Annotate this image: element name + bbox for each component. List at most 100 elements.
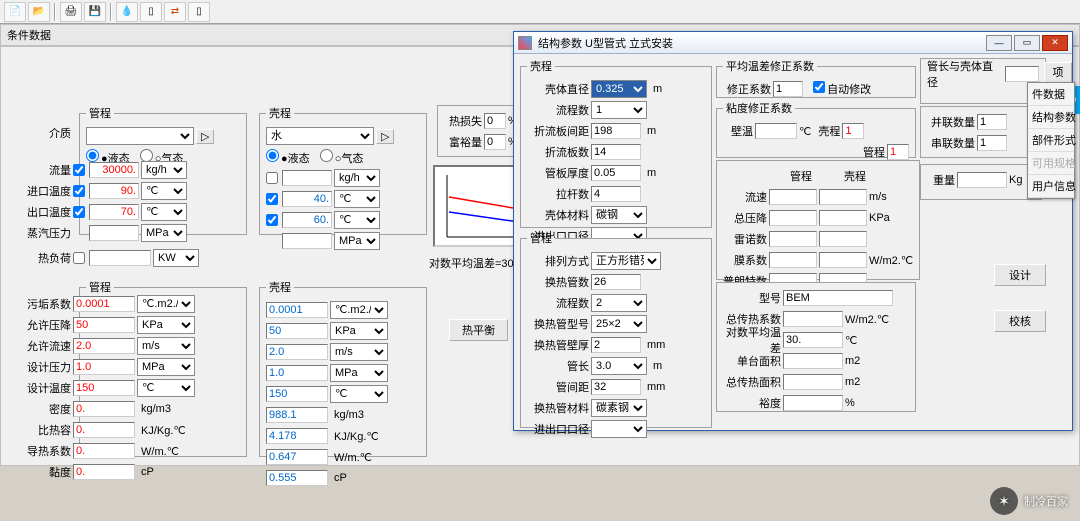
in-sdp[interactable] (266, 323, 328, 339)
in-tflow[interactable] (89, 162, 139, 178)
in-U[interactable] (783, 311, 843, 327)
in-stin[interactable] (282, 191, 332, 207)
cb-ttin[interactable] (73, 185, 85, 197)
in-dp-t[interactable] (769, 210, 817, 226)
cb-tflow[interactable] (73, 164, 85, 176)
in-tcp[interactable] (73, 422, 135, 438)
cb-auto[interactable]: 自动修改 (813, 81, 871, 97)
sel-tsize[interactable]: 25×2 (591, 315, 647, 333)
in-st[interactable] (266, 386, 328, 402)
in-stout[interactable] (282, 212, 332, 228)
in-sc[interactable] (887, 144, 909, 160)
cb-heatload[interactable] (73, 252, 85, 264)
in-sk[interactable] (266, 449, 328, 465)
rb-shell-liq[interactable]: ●液态 (266, 149, 310, 166)
in-heatloss[interactable] (484, 113, 506, 129)
btn-check[interactable]: 校核 (994, 310, 1046, 332)
in-spv[interactable] (282, 233, 332, 249)
in-sv[interactable] (266, 344, 328, 360)
in-npar[interactable] (977, 135, 1007, 151)
tb-5[interactable]: 💧 (116, 2, 138, 22)
in-lmtd2[interactable] (783, 332, 843, 348)
menu-item-0[interactable]: 件数据 (1028, 83, 1074, 106)
sel-tlen[interactable]: 3.0 (591, 357, 647, 375)
in-h-s[interactable] (819, 252, 867, 268)
u-tpv[interactable]: MPa (141, 224, 187, 242)
in-cor[interactable] (773, 81, 803, 97)
in-a1[interactable] (783, 353, 843, 369)
shell-medium-btn[interactable]: ▷ (376, 129, 394, 144)
max-button[interactable]: ▭ (1014, 35, 1040, 51)
in-srho[interactable] (266, 407, 328, 423)
in-model[interactable] (783, 290, 893, 306)
in-h-t[interactable] (769, 252, 817, 268)
cb-ttout[interactable] (73, 206, 85, 218)
sel-smat[interactable]: 碳钢 (591, 206, 647, 224)
rb-shell-gas[interactable]: ○气态 (320, 149, 364, 166)
tb-1[interactable]: 📄 (4, 2, 26, 22)
in-pitch[interactable] (591, 379, 641, 395)
tb-8[interactable]: ▯ (188, 2, 210, 22)
tube-medium-btn[interactable]: ▷ (196, 129, 214, 144)
in-dp-s[interactable] (819, 210, 867, 226)
btn-heat-balance[interactable]: 热平衡 (449, 319, 508, 341)
in-pth[interactable] (591, 165, 641, 181)
in-sflow[interactable] (282, 170, 332, 186)
in-tv[interactable] (73, 338, 135, 354)
in-ttout[interactable] (89, 204, 139, 220)
in-heatload[interactable] (89, 250, 151, 266)
in-wt[interactable] (755, 123, 797, 139)
min-button[interactable]: — (986, 35, 1012, 51)
in-tk[interactable] (73, 443, 135, 459)
titlebar[interactable]: 结构参数 U型管式 立式安装 — ▭ ✕ (514, 32, 1072, 54)
in-margin[interactable] (484, 134, 506, 150)
in-tie[interactable] (591, 186, 641, 202)
in-tfoul[interactable] (73, 296, 135, 312)
in-sp[interactable] (266, 365, 328, 381)
sel-tmat[interactable]: 碳素钢 (591, 399, 647, 417)
tube-medium-select[interactable] (86, 127, 194, 145)
cb-stout[interactable] (266, 214, 278, 226)
in-ld[interactable] (1005, 66, 1039, 82)
in-ttin[interactable] (89, 183, 139, 199)
sel-tnoz[interactable] (591, 420, 647, 438)
in-vel-t[interactable] (769, 189, 817, 205)
sel-arr[interactable]: 正方形错列 (591, 252, 661, 270)
sel-tpass[interactable]: 2 (591, 294, 647, 312)
u-tflow[interactable]: kg/h (141, 161, 187, 179)
in-sfoul[interactable] (266, 302, 328, 318)
shell-medium-select[interactable]: 水 (266, 127, 374, 145)
cb-stin[interactable] (266, 193, 278, 205)
u-ttin[interactable]: ℃ (141, 182, 187, 200)
tb-3[interactable]: 🖨 (60, 2, 82, 22)
in-tp[interactable] (73, 359, 135, 375)
btn-design[interactable]: 设计 (994, 264, 1046, 286)
tb-4[interactable]: 💾 (84, 2, 106, 22)
in-bsp[interactable] (591, 123, 641, 139)
in-ntube[interactable] (591, 274, 641, 290)
u-ttout[interactable]: ℃ (141, 203, 187, 221)
in-mg[interactable] (783, 395, 843, 411)
close-button[interactable]: ✕ (1042, 35, 1068, 51)
sel-shell-d[interactable]: 0.325 (591, 80, 647, 98)
in-re-s[interactable] (819, 231, 867, 247)
menu-item-4[interactable]: 用户信息 (1028, 175, 1074, 198)
in-wall[interactable] (591, 337, 641, 353)
in-tc[interactable] (842, 123, 864, 139)
in-a2[interactable] (783, 374, 843, 390)
tb-2[interactable]: 📂 (28, 2, 50, 22)
menu-item-2[interactable]: 部件形式 (1028, 129, 1074, 152)
in-trho[interactable] (73, 401, 135, 417)
tb-7[interactable]: ⇄ (164, 2, 186, 22)
menu-item-1[interactable]: 结构参数 (1028, 106, 1074, 129)
in-tpv[interactable] (89, 225, 139, 241)
in-bn[interactable] (591, 144, 641, 160)
in-tdp[interactable] (73, 317, 135, 333)
in-weight[interactable] (957, 172, 1007, 188)
cb-sflow[interactable] (266, 172, 278, 184)
in-tt[interactable] (73, 380, 135, 396)
in-tmu[interactable] (73, 464, 135, 480)
tb-6[interactable]: ▯ (140, 2, 162, 22)
in-vel-s[interactable] (819, 189, 867, 205)
in-smu[interactable] (266, 470, 328, 486)
